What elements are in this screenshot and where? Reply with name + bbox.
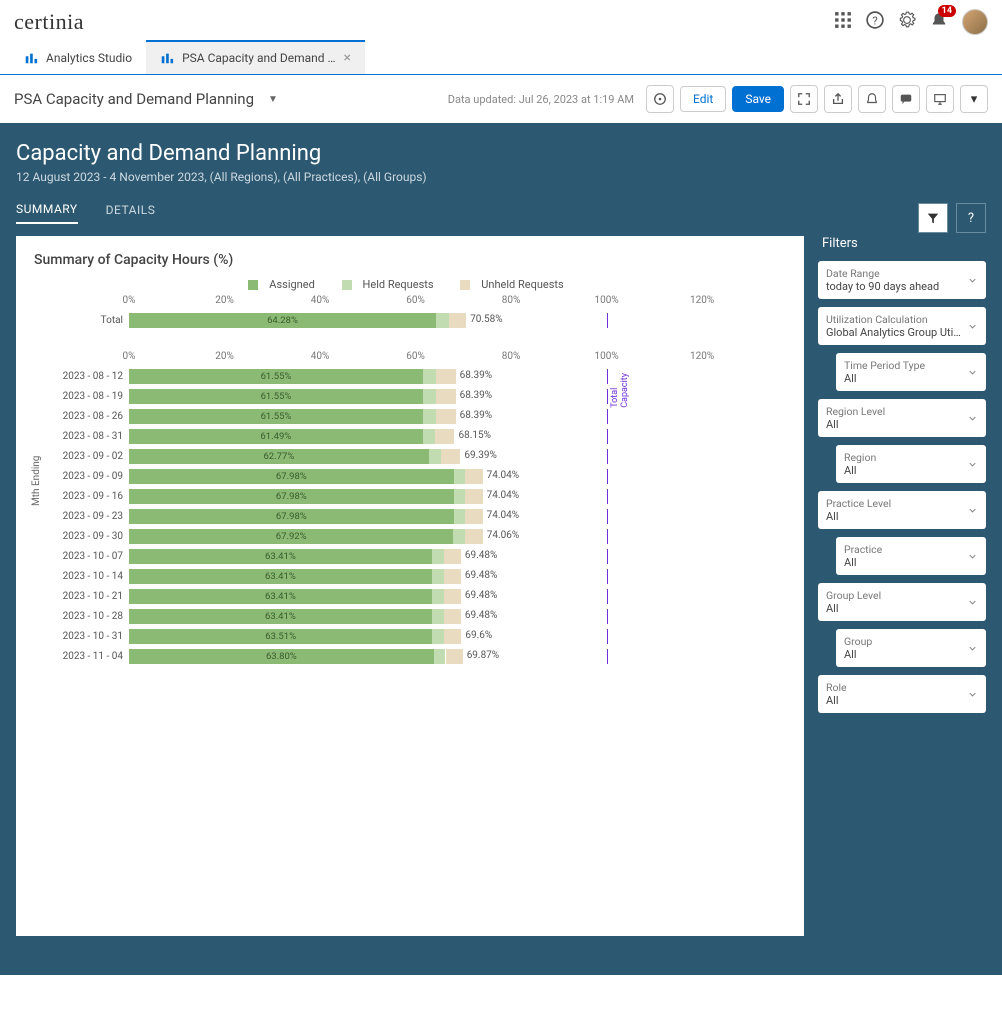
filter-region-level[interactable]: Region LevelAll xyxy=(818,399,986,437)
bar-category-label: Total xyxy=(34,315,129,326)
chart-legend: Assigned Held Requests Unheld Requests xyxy=(34,278,786,291)
comment-icon[interactable] xyxy=(892,85,920,113)
svg-text:?: ? xyxy=(872,15,877,28)
edit-button[interactable]: Edit xyxy=(680,86,726,112)
filter-role[interactable]: RoleAll xyxy=(818,675,986,713)
chart-bar-row: 2023 - 08 - 1961.55%68.39% xyxy=(34,387,786,405)
axis-tick: 20% xyxy=(215,351,234,362)
page-subheading: 12 August 2023 - 4 November 2023, (All R… xyxy=(16,170,986,184)
axis-tick: 120% xyxy=(690,295,714,306)
bar-category-label: 2023 - 09 - 23 xyxy=(34,511,129,522)
close-icon[interactable]: × xyxy=(344,50,351,66)
notification-badge: 14 xyxy=(938,5,956,17)
present-icon[interactable] xyxy=(926,85,954,113)
chart-bar-row: 2023 - 10 - 3163.51%69.6% xyxy=(34,627,786,645)
chart-bar-row: 2023 - 08 - 3161.49%68.15% xyxy=(34,427,786,445)
axis-tick: 100% xyxy=(595,351,619,362)
axis-tick: 40% xyxy=(311,295,330,306)
avatar[interactable] xyxy=(962,9,988,35)
axis-tick: 80% xyxy=(502,295,521,306)
bar-category-label: 2023 - 08 - 19 xyxy=(34,391,129,402)
chart-bar-row: 2023 - 09 - 1667.98%74.04% xyxy=(34,487,786,505)
bar-category-label: 2023 - 10 - 14 xyxy=(34,571,129,582)
filter-time-period-type[interactable]: Time Period TypeAll xyxy=(836,353,986,391)
brand-logo: certinia xyxy=(14,9,84,35)
tab-details[interactable]: DETAILS xyxy=(106,203,156,223)
page-heading: Capacity and Demand Planning xyxy=(16,141,986,166)
help-icon[interactable]: ? xyxy=(866,11,884,33)
bar-category-label: 2023 - 09 - 30 xyxy=(34,531,129,542)
notification-icon[interactable]: 14 xyxy=(930,11,948,33)
chart-bar-row: 2023 - 10 - 2163.41%69.48% xyxy=(34,587,786,605)
axis-tick: 40% xyxy=(311,351,330,362)
chart-bar-row: 2023 - 09 - 0967.98%74.04% xyxy=(34,467,786,485)
axis-tick: 60% xyxy=(406,351,425,362)
bar-category-label: 2023 - 10 - 28 xyxy=(34,611,129,622)
data-updated-text: Data updated: Jul 26, 2023 at 1:19 AM xyxy=(448,93,634,106)
dashboard-title: PSA Capacity and Demand Planning xyxy=(14,90,254,108)
chart-bar-row: 2023 - 11 - 0463.80%69.87% xyxy=(34,647,786,665)
more-icon[interactable]: ▾ xyxy=(960,85,988,113)
filter-region[interactable]: RegionAll xyxy=(836,445,986,483)
chart-bar-row: Total64.28%70.58% xyxy=(34,311,786,329)
filter-practice[interactable]: PracticeAll xyxy=(836,537,986,575)
axis-tick: 0% xyxy=(123,351,136,362)
gear-icon[interactable] xyxy=(898,11,916,33)
bar-category-label: 2023 - 11 - 04 xyxy=(34,651,129,662)
bar-category-label: 2023 - 09 - 02 xyxy=(34,451,129,462)
chart-bar-row: 2023 - 10 - 0763.41%69.48% xyxy=(34,547,786,565)
chart-bar-row: 2023 - 08 - 1261.55%68.39%Total Capacity xyxy=(34,367,786,385)
axis-tick: 20% xyxy=(215,295,234,306)
scope-icon[interactable] xyxy=(646,85,674,113)
fullscreen-icon[interactable] xyxy=(790,85,818,113)
bar-category-label: 2023 - 09 - 09 xyxy=(34,471,129,482)
filter-utilization-calculation[interactable]: Utilization CalculationGlobal Analytics … xyxy=(818,307,986,345)
bar-category-label: 2023 - 10 - 07 xyxy=(34,551,129,562)
save-button[interactable]: Save xyxy=(732,86,784,112)
help-panel-icon[interactable]: ? xyxy=(956,203,986,233)
tab-summary[interactable]: SUMMARY xyxy=(16,202,78,224)
chart-bar-row: 2023 - 09 - 0262.77%69.39% xyxy=(34,447,786,465)
y-axis-label: Mth Ending xyxy=(31,456,42,506)
bar-category-label: 2023 - 08 - 26 xyxy=(34,411,129,422)
workspace-tab[interactable]: PSA Capacity and Demand …× xyxy=(146,40,365,74)
bar-category-label: 2023 - 08 - 12 xyxy=(34,371,129,382)
axis-tick: 0% xyxy=(123,295,136,306)
axis-tick: 60% xyxy=(406,295,425,306)
filter-group[interactable]: GroupAll xyxy=(836,629,986,667)
filter-group-level[interactable]: Group LevelAll xyxy=(818,583,986,621)
axis-tick: 120% xyxy=(690,351,714,362)
workspace-tab[interactable]: Analytics Studio xyxy=(10,40,146,74)
chart-bar-row: 2023 - 09 - 3067.92%74.06% xyxy=(34,527,786,545)
apps-icon[interactable] xyxy=(834,11,852,33)
chart-bar-row: 2023 - 08 - 2661.55%68.39% xyxy=(34,407,786,425)
bar-category-label: 2023 - 10 - 31 xyxy=(34,631,129,642)
filter-icon[interactable] xyxy=(918,203,948,233)
chevron-down-icon[interactable]: ▼ xyxy=(268,94,278,105)
share-icon[interactable] xyxy=(824,85,852,113)
bell-icon[interactable] xyxy=(858,85,886,113)
chart-bar-row: 2023 - 10 - 1463.41%69.48% xyxy=(34,567,786,585)
chart-bar-row: 2023 - 09 - 2367.98%74.04% xyxy=(34,507,786,525)
bar-category-label: 2023 - 08 - 31 xyxy=(34,431,129,442)
chart-bar-row: 2023 - 10 - 2863.41%69.48% xyxy=(34,607,786,625)
filter-practice-level[interactable]: Practice LevelAll xyxy=(818,491,986,529)
chart-title: Summary of Capacity Hours (%) xyxy=(34,252,786,268)
bar-category-label: 2023 - 10 - 21 xyxy=(34,591,129,602)
bar-category-label: 2023 - 09 - 16 xyxy=(34,491,129,502)
axis-tick: 100% xyxy=(595,295,619,306)
axis-tick: 80% xyxy=(502,351,521,362)
filter-date-range[interactable]: Date Rangetoday to 90 days ahead xyxy=(818,261,986,299)
filters-heading: Filters xyxy=(818,236,986,251)
